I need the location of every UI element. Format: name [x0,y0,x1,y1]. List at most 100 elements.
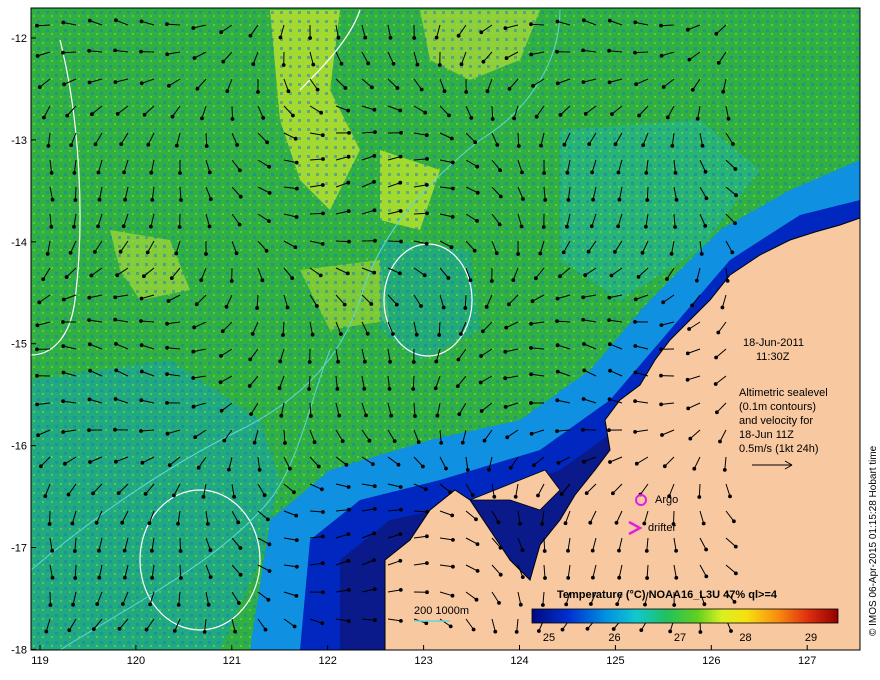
velocity-vector-head [309,414,313,418]
velocity-vector-head [238,572,243,577]
velocity-vector-head [492,494,497,499]
velocity-vector-head [556,461,561,465]
velocity-vector-head [532,463,536,468]
velocity-vector-head [373,238,377,243]
velocity-vector-head [236,520,241,525]
velocity-vector-head [503,349,508,354]
velocity-vector-head [88,368,92,373]
velocity-vector-head [640,250,645,255]
velocity-vector-head [614,520,619,525]
velocity-vector-head [294,160,299,165]
velocity-vector-head [519,224,524,229]
velocity-vector-head [497,222,502,227]
velocity-vector-head [150,576,155,580]
velocity-vector-head [292,624,297,629]
velocity-vector-head [237,601,241,605]
velocity-vector-head [472,248,477,253]
velocity-vector-head [278,35,283,40]
velocity-vector-head [87,80,92,85]
velocity-vector [309,212,324,215]
lon-tick-label: 121 [223,655,241,667]
velocity-vector-head [113,397,118,401]
velocity-vector-head [475,219,479,223]
velocity-vector-head [555,81,560,86]
colorbar-tick-label: 28 [739,632,751,644]
velocity-vector-head [465,468,470,472]
velocity-vector-head [347,131,351,135]
velocity-vector-head [587,142,592,147]
velocity-vector-head [220,329,225,334]
velocity-vector-head [643,602,647,607]
velocity-vector-head [398,485,403,489]
velocity-vector-head [267,219,271,224]
velocity-vector-head [122,548,127,553]
velocity-vector-head [504,325,509,330]
velocity-vector-head [307,360,312,364]
velocity-vector-head [346,588,351,592]
velocity-vector-head [520,170,524,175]
velocity-vector [36,24,51,27]
velocity-vector-head [266,597,271,602]
velocity-vector-head [399,130,403,135]
velocity-vector-head [398,532,403,536]
velocity-vector-head [493,629,498,634]
velocity-vector-head [450,215,455,219]
velocity-vector-head [645,198,650,202]
velocity-vector-head [479,354,484,358]
velocity-vector-head [373,130,377,135]
velocity-vector-head [714,355,718,360]
velocity-vector-head [370,85,374,90]
velocity-vector-head [437,63,442,67]
velocity-vector-head [61,370,66,375]
velocity-vector-head [481,329,485,334]
velocity-vector-head [698,630,703,634]
velocity-vector-head [703,224,708,228]
velocity-vector-head [227,467,231,472]
velocity-vector-head [636,275,641,279]
velocity-vector-head [588,520,593,525]
velocity-vector-head [293,245,298,250]
velocity-vector-head [398,558,403,563]
velocity-vector-head [366,61,371,66]
velocity-vector-head [398,209,403,213]
velocity-vector-head [422,273,427,278]
velocity-vector-head [167,463,172,468]
velocity-vector-head [48,603,53,607]
velocity-vector-head [149,224,153,229]
velocity-vector-head [644,171,649,175]
altimetry-line-1: Altimetric sealevel [739,387,828,399]
colorbar-tick-label: 26 [608,632,620,644]
velocity-vector-head [67,628,72,633]
velocity-vector-head [591,197,595,202]
velocity-vector-head [238,194,243,199]
velocity-vector-head [514,630,519,634]
lat-tick-label: -18 [11,644,27,656]
lon-tick-label: 123 [414,655,432,667]
velocity-vector-head [398,588,403,592]
velocity-vector-head [608,368,612,373]
velocity-vector-head [37,300,42,305]
velocity-vector-head [146,142,151,147]
velocity-vector-head [73,576,78,580]
velocity-vector [646,186,649,201]
velocity-vector-head [457,412,462,417]
velocity-vector [698,483,701,498]
velocity-vector-head [704,196,709,201]
velocity-vector-head [425,561,429,565]
velocity-vector-head [583,273,588,278]
velocity-vector-head [699,252,704,256]
velocity-vector [413,212,428,215]
velocity-vector-head [449,245,454,250]
velocity-vector-head [145,250,150,255]
velocity-vector-head [424,183,429,187]
velocity-vector-head [468,278,473,283]
velocity-vector [464,294,467,309]
velocity-vector-head [611,627,616,631]
velocity-vector-head [607,397,612,402]
velocity-vector-head [219,354,223,358]
velocity-vector-head [143,492,148,496]
velocity-vector-head [395,86,400,90]
velocity-vector-head [93,142,98,147]
velocity-vector-head [123,575,127,580]
velocity-vector-head [97,197,102,202]
